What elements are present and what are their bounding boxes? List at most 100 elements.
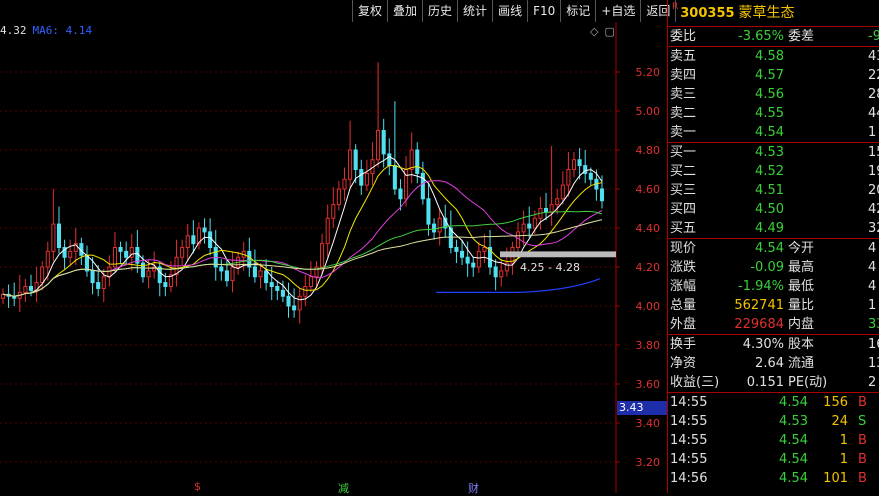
- candle-body-33: [185, 235, 190, 249]
- weicha-label: 委差: [788, 29, 815, 44]
- axis-label-3: 4.60: [636, 183, 661, 196]
- quote-label: 外盘: [670, 317, 697, 332]
- tick-row-0: 14:55 4.54 156 B: [668, 393, 879, 412]
- quote-value-2: 4: [868, 260, 877, 275]
- sell-volume: 22: [868, 68, 879, 83]
- candle-body-65: [364, 172, 369, 186]
- candle-body-77: [432, 223, 437, 233]
- candle-body-70: [392, 165, 397, 190]
- candle-body-12: [68, 250, 73, 258]
- toolbar-button-1[interactable]: 叠加: [387, 0, 422, 22]
- quote-label-2: 内盘: [788, 317, 815, 332]
- quote-label: 涨幅: [670, 279, 697, 294]
- candle-body-37: [208, 231, 213, 248]
- tick-time: 14:55: [670, 395, 708, 410]
- candle-body-5: [28, 286, 34, 291]
- tick-row-2: 14:55 4.54 1 B: [668, 431, 879, 450]
- candle-body-92: [515, 231, 521, 248]
- quote-value-2: 1: [868, 298, 877, 313]
- event-marker-1[interactable]: 减: [338, 480, 349, 496]
- sell-volume: 1: [868, 125, 877, 140]
- candle-body-98: [549, 204, 554, 213]
- axis-label-9: 3.40: [636, 417, 661, 430]
- candle-body-22: [124, 250, 129, 258]
- fund-label: 净资: [670, 356, 697, 371]
- candle-body-59: [331, 204, 336, 219]
- candle-body-36: [202, 227, 207, 233]
- quote-value: -1.94%: [738, 279, 784, 294]
- candle-body-83: [465, 256, 470, 264]
- quote-value-2: 4: [868, 241, 877, 256]
- tick-time: 14:55: [670, 414, 708, 429]
- chart-toolbar: 复权 叠加 历史 统计 画线 F10 标记 +自选 返回: [352, 0, 677, 22]
- buy-volume: 32: [868, 221, 879, 236]
- candle-body-4: [23, 286, 28, 293]
- candle-body-105: [588, 172, 593, 180]
- buy-price: 4.53: [755, 145, 784, 160]
- sell-price: 4.55: [755, 106, 784, 121]
- quote-label: 涨跌: [670, 260, 697, 275]
- toolbar-button-7[interactable]: +自选: [595, 0, 640, 22]
- tick-row-4: 14:56 4.54 101 B: [668, 469, 879, 488]
- toolbar-button-0[interactable]: 复权: [352, 0, 387, 22]
- buy-row-2: 买二 4.52 19: [668, 162, 879, 181]
- buy-volume: 15: [868, 145, 879, 160]
- stock-name[interactable]: 蒙草生态: [739, 5, 795, 21]
- quote-value-2: 4: [868, 279, 877, 294]
- sell-price: 4.54: [755, 125, 784, 140]
- quote-label: 现价: [670, 241, 697, 256]
- quote-value-2: 3330: [868, 317, 879, 332]
- candle-body-49: [275, 286, 280, 291]
- candle-body-64: [359, 169, 364, 186]
- fund-label-2: 股本: [788, 337, 815, 352]
- sell-label: 卖四: [670, 68, 697, 83]
- candle-body-50: [280, 289, 285, 297]
- axis-label-2: 4.80: [636, 144, 661, 157]
- candle-body-107: [599, 188, 605, 202]
- toolbar-button-6[interactable]: 标记: [560, 0, 595, 22]
- candle-body-7: [40, 266, 45, 284]
- toolbar-button-3[interactable]: 统计: [457, 0, 492, 22]
- tick-volume: 156: [823, 395, 848, 410]
- fund-label-2: 流通: [788, 356, 815, 371]
- buy-price: 4.52: [755, 164, 784, 179]
- tick-volume: 101: [823, 471, 848, 486]
- toolbar-button-5[interactable]: F10: [527, 0, 560, 22]
- event-marker-0[interactable]: $: [194, 480, 201, 493]
- candle-body-18: [101, 276, 106, 289]
- kline-chart[interactable]: 5.20 5.00 4.80 4.60 4.40 4.20 4.00 3.80 3.60 3.40…: [0, 22, 667, 493]
- candle-body-41: [230, 266, 235, 282]
- sell-row-4: 卖四 4.57 22: [668, 66, 879, 85]
- candle-body-15: [84, 254, 90, 272]
- axis-label-4: 4.40: [636, 222, 661, 235]
- candle-body-99: [555, 198, 560, 206]
- fund-value-2: 13.: [868, 356, 879, 371]
- sell-label: 卖五: [670, 49, 697, 64]
- candle-body-68: [381, 130, 386, 155]
- buy-row-1: 买一 4.53 15: [668, 143, 879, 162]
- sell-price: 4.57: [755, 68, 784, 83]
- event-marker-2[interactable]: 财: [468, 480, 479, 496]
- fund-label: 收益(三): [670, 375, 720, 390]
- fund-label-2: PE(动): [788, 375, 828, 390]
- buy-volume: 42: [868, 202, 879, 217]
- candle-body-45: [252, 266, 257, 278]
- candle-body-69: [387, 153, 392, 167]
- candle-body-9: [51, 223, 56, 252]
- buy-label: 买一: [670, 145, 697, 160]
- fund-row-0: 换手 4.30% 股本 16.: [668, 335, 879, 354]
- toolbar-button-4[interactable]: 画线: [492, 0, 527, 22]
- fund-value: 0.151: [746, 375, 784, 390]
- current-price-box: 3.43: [617, 401, 667, 415]
- axis-label-6: 4.00: [636, 300, 661, 313]
- stock-code[interactable]: 300355: [680, 6, 734, 21]
- candle-body-53: [297, 295, 302, 311]
- candle-body-26: [146, 270, 151, 278]
- candle-body-16: [90, 270, 95, 284]
- fund-value-2: 16.: [868, 337, 879, 352]
- candle-body-58: [325, 217, 330, 245]
- quote-label-2: 最低: [788, 279, 815, 294]
- toolbar-button-2[interactable]: 历史: [422, 0, 457, 22]
- buy-row-5: 买五 4.49 32: [668, 219, 879, 238]
- sell-volume: 43: [868, 49, 879, 64]
